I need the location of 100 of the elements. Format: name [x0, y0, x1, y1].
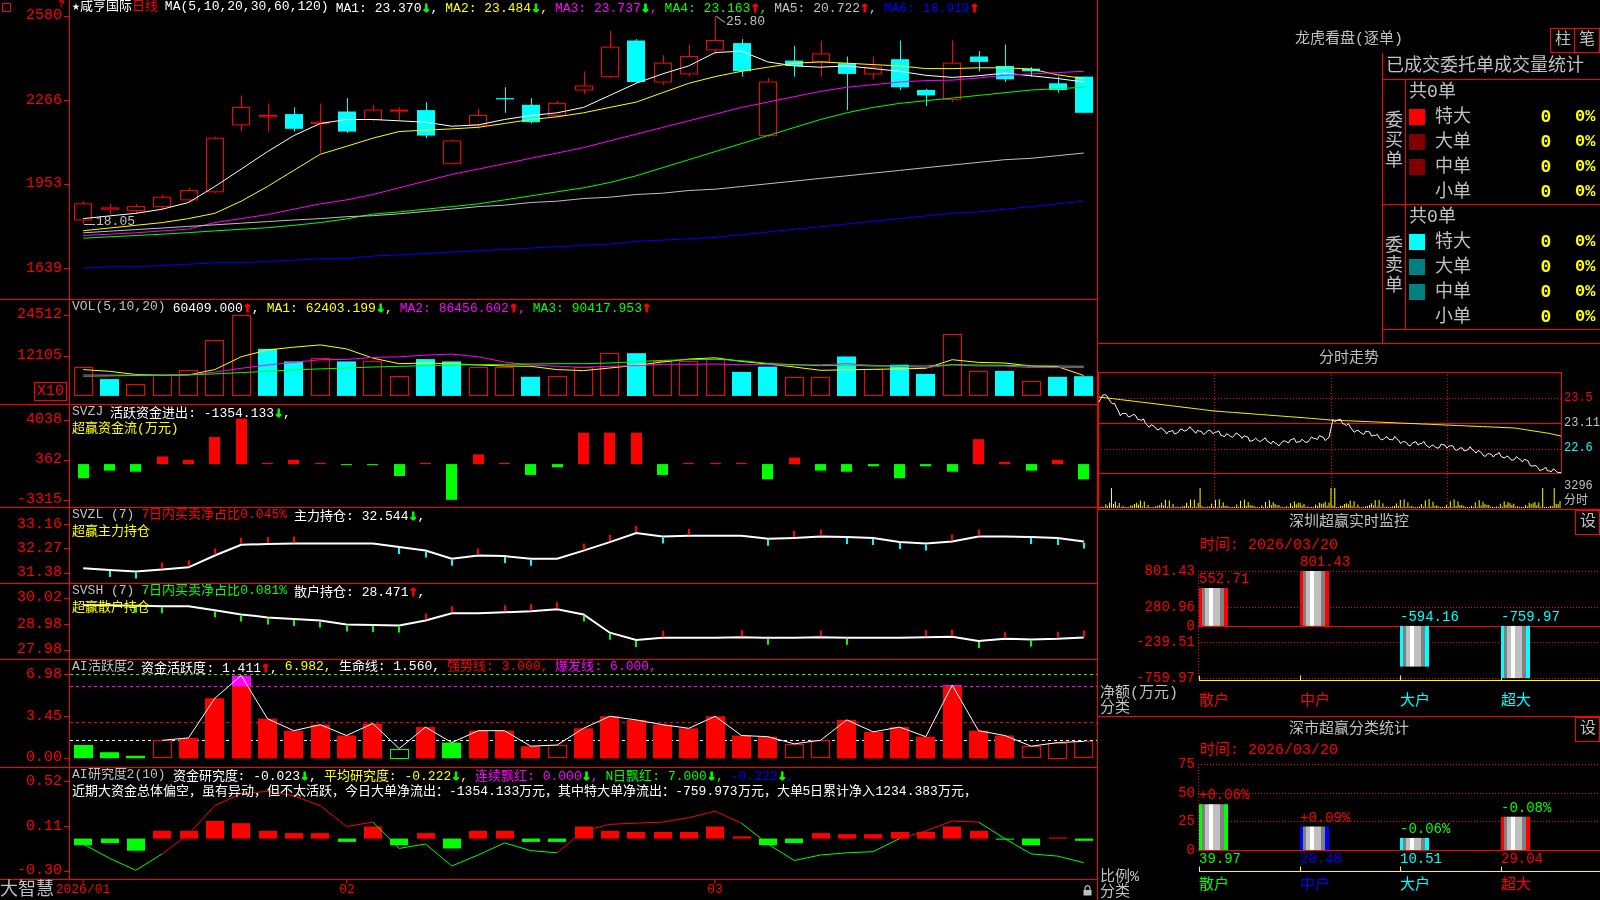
candlestick: [706, 15, 724, 55]
candlestick: [180, 187, 198, 203]
value-label: 801.43: [1300, 555, 1351, 570]
panel-title: 分时走势: [1319, 349, 1379, 367]
volume-bar: [995, 370, 1014, 396]
activity-bar: [600, 716, 619, 759]
activity-bar: [495, 730, 514, 759]
candlestick: [970, 50, 988, 72]
research-bar: [74, 838, 92, 846]
volume-bar: [574, 367, 593, 396]
axis-label: 25: [1178, 814, 1195, 829]
leader-line: [715, 15, 726, 23]
candlestick: [469, 108, 487, 130]
candlestick: [127, 203, 145, 214]
category-label: 大户: [1400, 693, 1430, 711]
category-label: 超大: [1501, 877, 1531, 895]
settings-button[interactable]: 设: [1575, 510, 1600, 535]
category-label: 散户: [1199, 693, 1229, 711]
research-bar: [864, 834, 882, 839]
order-count: 0: [1539, 280, 1553, 303]
view-button[interactable]: 柱: [1550, 28, 1575, 53]
legend-text: 60409.000↑,: [172, 300, 260, 316]
change-label: +0.09%: [1300, 810, 1351, 826]
candlestick: [654, 54, 672, 86]
category-label: 中户: [1300, 877, 1330, 895]
candlestick: [390, 106, 408, 122]
axis-label: 0: [1186, 618, 1195, 633]
fund-flow-bar: [78, 464, 89, 479]
research-bar: [733, 836, 751, 839]
volume-bar: [548, 376, 567, 396]
change-label: +0.06%: [1199, 788, 1250, 804]
legend-text: MA6: 18.919↑: [883, 0, 979, 16]
candlestick: [891, 40, 909, 91]
order-count: 0: [1539, 155, 1553, 178]
candlestick: [1075, 76, 1093, 114]
volume-bar: [969, 371, 988, 396]
candlestick: [522, 97, 540, 124]
lock-icon: [1083, 885, 1092, 896]
order-percent: 0%: [1575, 131, 1596, 153]
activity-bar: [732, 735, 751, 759]
leader-line: [83, 224, 96, 225]
legend-text: N日飘红: 7.000↓,: [605, 768, 724, 784]
candlestick: [259, 102, 277, 132]
order-type-label: 特大: [1435, 106, 1472, 129]
research-bar: [180, 830, 198, 839]
order-type-label: 特大: [1435, 231, 1472, 254]
activity-bar: [916, 736, 935, 759]
activity-bar: [890, 727, 909, 759]
table-title: 已成交委托单成交量统计: [1383, 53, 1600, 80]
research-bar: [232, 823, 250, 839]
fund-flow-bar: [841, 464, 852, 472]
fund-flow-bar: [473, 454, 484, 465]
fund-flow-bar: [894, 464, 905, 479]
volume-bar: [179, 370, 198, 396]
activity-bar: [995, 735, 1014, 759]
research-bar: [627, 832, 645, 839]
candlestick: [1022, 66, 1040, 78]
order-count: 0: [1539, 231, 1553, 254]
settings-button[interactable]: 设: [1575, 717, 1600, 742]
axis-label: -759.97: [1136, 671, 1195, 685]
value-label: 39.97: [1199, 852, 1241, 867]
volume-bar: [363, 361, 382, 396]
axis-label: 75: [1178, 757, 1195, 771]
legend-text: 平均研究度: -0.222↓,: [323, 768, 469, 784]
candlestick: [812, 40, 830, 78]
view-button[interactable]: 笔: [1575, 28, 1600, 53]
activity-bar: [837, 719, 856, 759]
unit-label: X10: [34, 382, 67, 401]
legend-text: 资金研究度: -0.023↓,: [172, 768, 317, 784]
net-amount-bar: [1400, 625, 1429, 667]
order-count: 0: [1539, 256, 1553, 278]
legend-text: SVZL (7): [72, 508, 135, 524]
candlestick: [759, 77, 777, 138]
volume-bar: [916, 373, 935, 396]
value-label: 10.51: [1400, 852, 1442, 867]
volume-bar: [521, 376, 540, 396]
research-bar: [311, 833, 329, 839]
fund-flow-bar: [552, 464, 563, 468]
brand-name: 大智慧: [0, 880, 54, 900]
price-annotation: 25.80: [726, 15, 765, 30]
research-bar: [838, 834, 856, 839]
order-percent: 0%: [1575, 180, 1596, 203]
research-bar: [943, 826, 961, 839]
help-button[interactable]: ?: [57, 0, 66, 9]
activity-bar: [574, 728, 593, 759]
section-label: 委卖单: [1385, 237, 1403, 297]
value-label: 29.04: [1501, 852, 1543, 867]
order-count: 0: [1539, 131, 1553, 153]
fund-flow-bar: [920, 464, 931, 467]
fund-flow-bar: [209, 437, 220, 465]
legend-text: MA2: 23.484↓,: [445, 0, 548, 16]
research-bar: [680, 832, 698, 839]
legend-text: MA(5,10,20,30,60,120): [164, 0, 329, 16]
activity-bar: [311, 724, 330, 759]
activity-bar: [548, 745, 567, 758]
activity-bar: [205, 698, 224, 759]
fund-flow-bar: [815, 464, 826, 471]
order-percent: 0%: [1575, 106, 1596, 129]
volume-bar: [495, 367, 514, 396]
activity-bar: [653, 724, 672, 759]
